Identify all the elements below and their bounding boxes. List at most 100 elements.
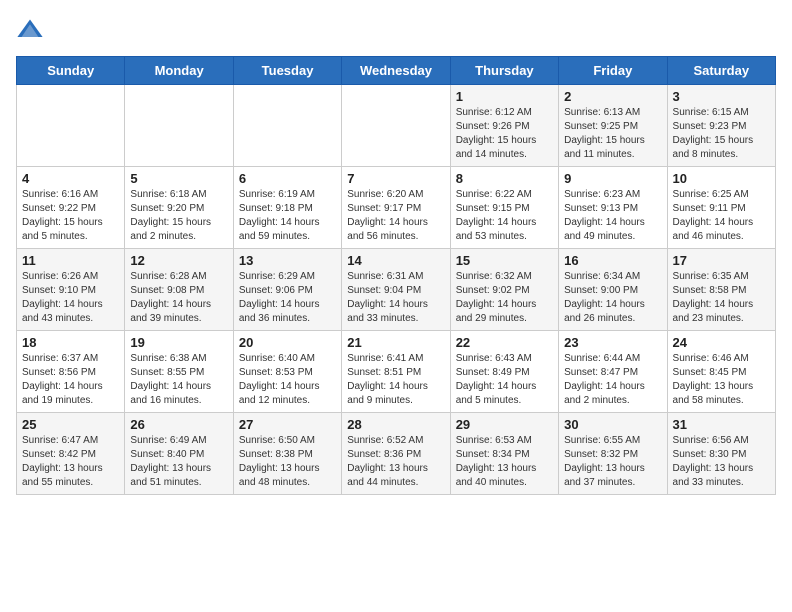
day-info: Sunrise: 6:49 AM Sunset: 8:40 PM Dayligh… bbox=[130, 434, 227, 490]
week-row-4: 18 Sunrise: 6:37 AM Sunset: 8:56 PM Dayli… bbox=[17, 331, 776, 413]
day-number: 6 bbox=[239, 171, 336, 186]
day-number: 3 bbox=[673, 89, 770, 104]
day-number: 31 bbox=[673, 417, 770, 432]
calendar-cell: 1 Sunrise: 6:12 AM Sunset: 9:26 PM Daylig… bbox=[450, 85, 558, 167]
week-row-2: 4 Sunrise: 6:16 AM Sunset: 9:22 PM Daylig… bbox=[17, 167, 776, 249]
calendar-cell: 23 Sunrise: 6:44 AM Sunset: 8:47 PM Dayli… bbox=[559, 331, 667, 413]
day-number: 25 bbox=[22, 417, 119, 432]
calendar-cell: 21 Sunrise: 6:41 AM Sunset: 8:51 PM Dayli… bbox=[342, 331, 450, 413]
calendar-cell bbox=[233, 85, 341, 167]
header-cell-thursday: Thursday bbox=[450, 57, 558, 85]
day-number: 22 bbox=[456, 335, 553, 350]
day-number: 28 bbox=[347, 417, 444, 432]
day-info: Sunrise: 6:46 AM Sunset: 8:45 PM Dayligh… bbox=[673, 352, 770, 408]
calendar-cell: 17 Sunrise: 6:35 AM Sunset: 8:58 PM Dayli… bbox=[667, 249, 775, 331]
day-info: Sunrise: 6:32 AM Sunset: 9:02 PM Dayligh… bbox=[456, 270, 553, 326]
day-info: Sunrise: 6:41 AM Sunset: 8:51 PM Dayligh… bbox=[347, 352, 444, 408]
day-info: Sunrise: 6:18 AM Sunset: 9:20 PM Dayligh… bbox=[130, 188, 227, 244]
day-info: Sunrise: 6:50 AM Sunset: 8:38 PM Dayligh… bbox=[239, 434, 336, 490]
day-info: Sunrise: 6:44 AM Sunset: 8:47 PM Dayligh… bbox=[564, 352, 661, 408]
calendar-cell bbox=[125, 85, 233, 167]
day-number: 21 bbox=[347, 335, 444, 350]
logo bbox=[16, 16, 48, 44]
day-number: 24 bbox=[673, 335, 770, 350]
calendar-body: 1 Sunrise: 6:12 AM Sunset: 9:26 PM Daylig… bbox=[17, 85, 776, 495]
calendar-cell: 2 Sunrise: 6:13 AM Sunset: 9:25 PM Daylig… bbox=[559, 85, 667, 167]
day-number: 15 bbox=[456, 253, 553, 268]
day-number: 14 bbox=[347, 253, 444, 268]
calendar-cell bbox=[17, 85, 125, 167]
calendar-cell: 19 Sunrise: 6:38 AM Sunset: 8:55 PM Dayli… bbox=[125, 331, 233, 413]
header-cell-tuesday: Tuesday bbox=[233, 57, 341, 85]
calendar-cell: 28 Sunrise: 6:52 AM Sunset: 8:36 PM Dayli… bbox=[342, 413, 450, 495]
header-cell-sunday: Sunday bbox=[17, 57, 125, 85]
day-info: Sunrise: 6:34 AM Sunset: 9:00 PM Dayligh… bbox=[564, 270, 661, 326]
day-number: 9 bbox=[564, 171, 661, 186]
calendar-cell: 6 Sunrise: 6:19 AM Sunset: 9:18 PM Daylig… bbox=[233, 167, 341, 249]
week-row-1: 1 Sunrise: 6:12 AM Sunset: 9:26 PM Daylig… bbox=[17, 85, 776, 167]
day-info: Sunrise: 6:43 AM Sunset: 8:49 PM Dayligh… bbox=[456, 352, 553, 408]
day-info: Sunrise: 6:38 AM Sunset: 8:55 PM Dayligh… bbox=[130, 352, 227, 408]
calendar-cell: 16 Sunrise: 6:34 AM Sunset: 9:00 PM Dayli… bbox=[559, 249, 667, 331]
calendar-cell: 31Sunrise: 6:56 AM Sunset: 8:30 PM Dayli… bbox=[667, 413, 775, 495]
week-row-3: 11 Sunrise: 6:26 AM Sunset: 9:10 PM Dayli… bbox=[17, 249, 776, 331]
day-info: Sunrise: 6:19 AM Sunset: 9:18 PM Dayligh… bbox=[239, 188, 336, 244]
day-info: Sunrise: 6:12 AM Sunset: 9:26 PM Dayligh… bbox=[456, 106, 553, 162]
day-number: 1 bbox=[456, 89, 553, 104]
day-info: Sunrise: 6:35 AM Sunset: 8:58 PM Dayligh… bbox=[673, 270, 770, 326]
calendar-cell: 30 Sunrise: 6:55 AM Sunset: 8:32 PM Dayli… bbox=[559, 413, 667, 495]
day-number: 4 bbox=[22, 171, 119, 186]
day-info: Sunrise: 6:20 AM Sunset: 9:17 PM Dayligh… bbox=[347, 188, 444, 244]
day-number: 29 bbox=[456, 417, 553, 432]
day-info: Sunrise: 6:13 AM Sunset: 9:25 PM Dayligh… bbox=[564, 106, 661, 162]
day-number: 8 bbox=[456, 171, 553, 186]
day-number: 16 bbox=[564, 253, 661, 268]
header-cell-wednesday: Wednesday bbox=[342, 57, 450, 85]
header-cell-saturday: Saturday bbox=[667, 57, 775, 85]
day-info: Sunrise: 6:25 AM Sunset: 9:11 PM Dayligh… bbox=[673, 188, 770, 244]
logo-icon bbox=[16, 16, 44, 44]
day-number: 19 bbox=[130, 335, 227, 350]
calendar-cell: 14 Sunrise: 6:31 AM Sunset: 9:04 PM Dayli… bbox=[342, 249, 450, 331]
calendar-cell: 24 Sunrise: 6:46 AM Sunset: 8:45 PM Dayli… bbox=[667, 331, 775, 413]
day-number: 23 bbox=[564, 335, 661, 350]
day-info: Sunrise: 6:53 AM Sunset: 8:34 PM Dayligh… bbox=[456, 434, 553, 490]
day-info: Sunrise: 6:40 AM Sunset: 8:53 PM Dayligh… bbox=[239, 352, 336, 408]
day-info: Sunrise: 6:26 AM Sunset: 9:10 PM Dayligh… bbox=[22, 270, 119, 326]
day-info: Sunrise: 6:47 AM Sunset: 8:42 PM Dayligh… bbox=[22, 434, 119, 490]
day-number: 30 bbox=[564, 417, 661, 432]
day-number: 27 bbox=[239, 417, 336, 432]
day-number: 18 bbox=[22, 335, 119, 350]
day-number: 17 bbox=[673, 253, 770, 268]
day-info: Sunrise: 6:28 AM Sunset: 9:08 PM Dayligh… bbox=[130, 270, 227, 326]
day-number: 11 bbox=[22, 253, 119, 268]
calendar-cell: 20 Sunrise: 6:40 AM Sunset: 8:53 PM Dayli… bbox=[233, 331, 341, 413]
calendar-table: SundayMondayTuesdayWednesdayThursdayFrid… bbox=[16, 56, 776, 495]
day-info: Sunrise: 6:16 AM Sunset: 9:22 PM Dayligh… bbox=[22, 188, 119, 244]
day-info: Sunrise: 6:23 AM Sunset: 9:13 PM Dayligh… bbox=[564, 188, 661, 244]
page-header bbox=[16, 16, 776, 44]
day-info: Sunrise: 6:22 AM Sunset: 9:15 PM Dayligh… bbox=[456, 188, 553, 244]
calendar-cell: 5 Sunrise: 6:18 AM Sunset: 9:20 PM Daylig… bbox=[125, 167, 233, 249]
day-info: Sunrise: 6:31 AM Sunset: 9:04 PM Dayligh… bbox=[347, 270, 444, 326]
calendar-cell: 29 Sunrise: 6:53 AM Sunset: 8:34 PM Dayli… bbox=[450, 413, 558, 495]
header-row: SundayMondayTuesdayWednesdayThursdayFrid… bbox=[17, 57, 776, 85]
week-row-5: 25 Sunrise: 6:47 AM Sunset: 8:42 PM Dayli… bbox=[17, 413, 776, 495]
day-info: Sunrise: 6:37 AM Sunset: 8:56 PM Dayligh… bbox=[22, 352, 119, 408]
day-info: Sunrise: 6:52 AM Sunset: 8:36 PM Dayligh… bbox=[347, 434, 444, 490]
day-info: Sunrise: 6:15 AM Sunset: 9:23 PM Dayligh… bbox=[673, 106, 770, 162]
header-cell-friday: Friday bbox=[559, 57, 667, 85]
day-number: 20 bbox=[239, 335, 336, 350]
day-number: 7 bbox=[347, 171, 444, 186]
day-number: 2 bbox=[564, 89, 661, 104]
day-info: Sunrise: 6:55 AM Sunset: 8:32 PM Dayligh… bbox=[564, 434, 661, 490]
calendar-cell: 26Sunrise: 6:49 AM Sunset: 8:40 PM Dayli… bbox=[125, 413, 233, 495]
calendar-cell bbox=[342, 85, 450, 167]
calendar-cell: 10Sunrise: 6:25 AM Sunset: 9:11 PM Dayli… bbox=[667, 167, 775, 249]
calendar-cell: 13Sunrise: 6:29 AM Sunset: 9:06 PM Dayli… bbox=[233, 249, 341, 331]
calendar-cell: 9 Sunrise: 6:23 AM Sunset: 9:13 PM Daylig… bbox=[559, 167, 667, 249]
calendar-cell: 27 Sunrise: 6:50 AM Sunset: 8:38 PM Dayli… bbox=[233, 413, 341, 495]
day-number: 13 bbox=[239, 253, 336, 268]
day-number: 5 bbox=[130, 171, 227, 186]
calendar-cell: 3 Sunrise: 6:15 AM Sunset: 9:23 PM Daylig… bbox=[667, 85, 775, 167]
